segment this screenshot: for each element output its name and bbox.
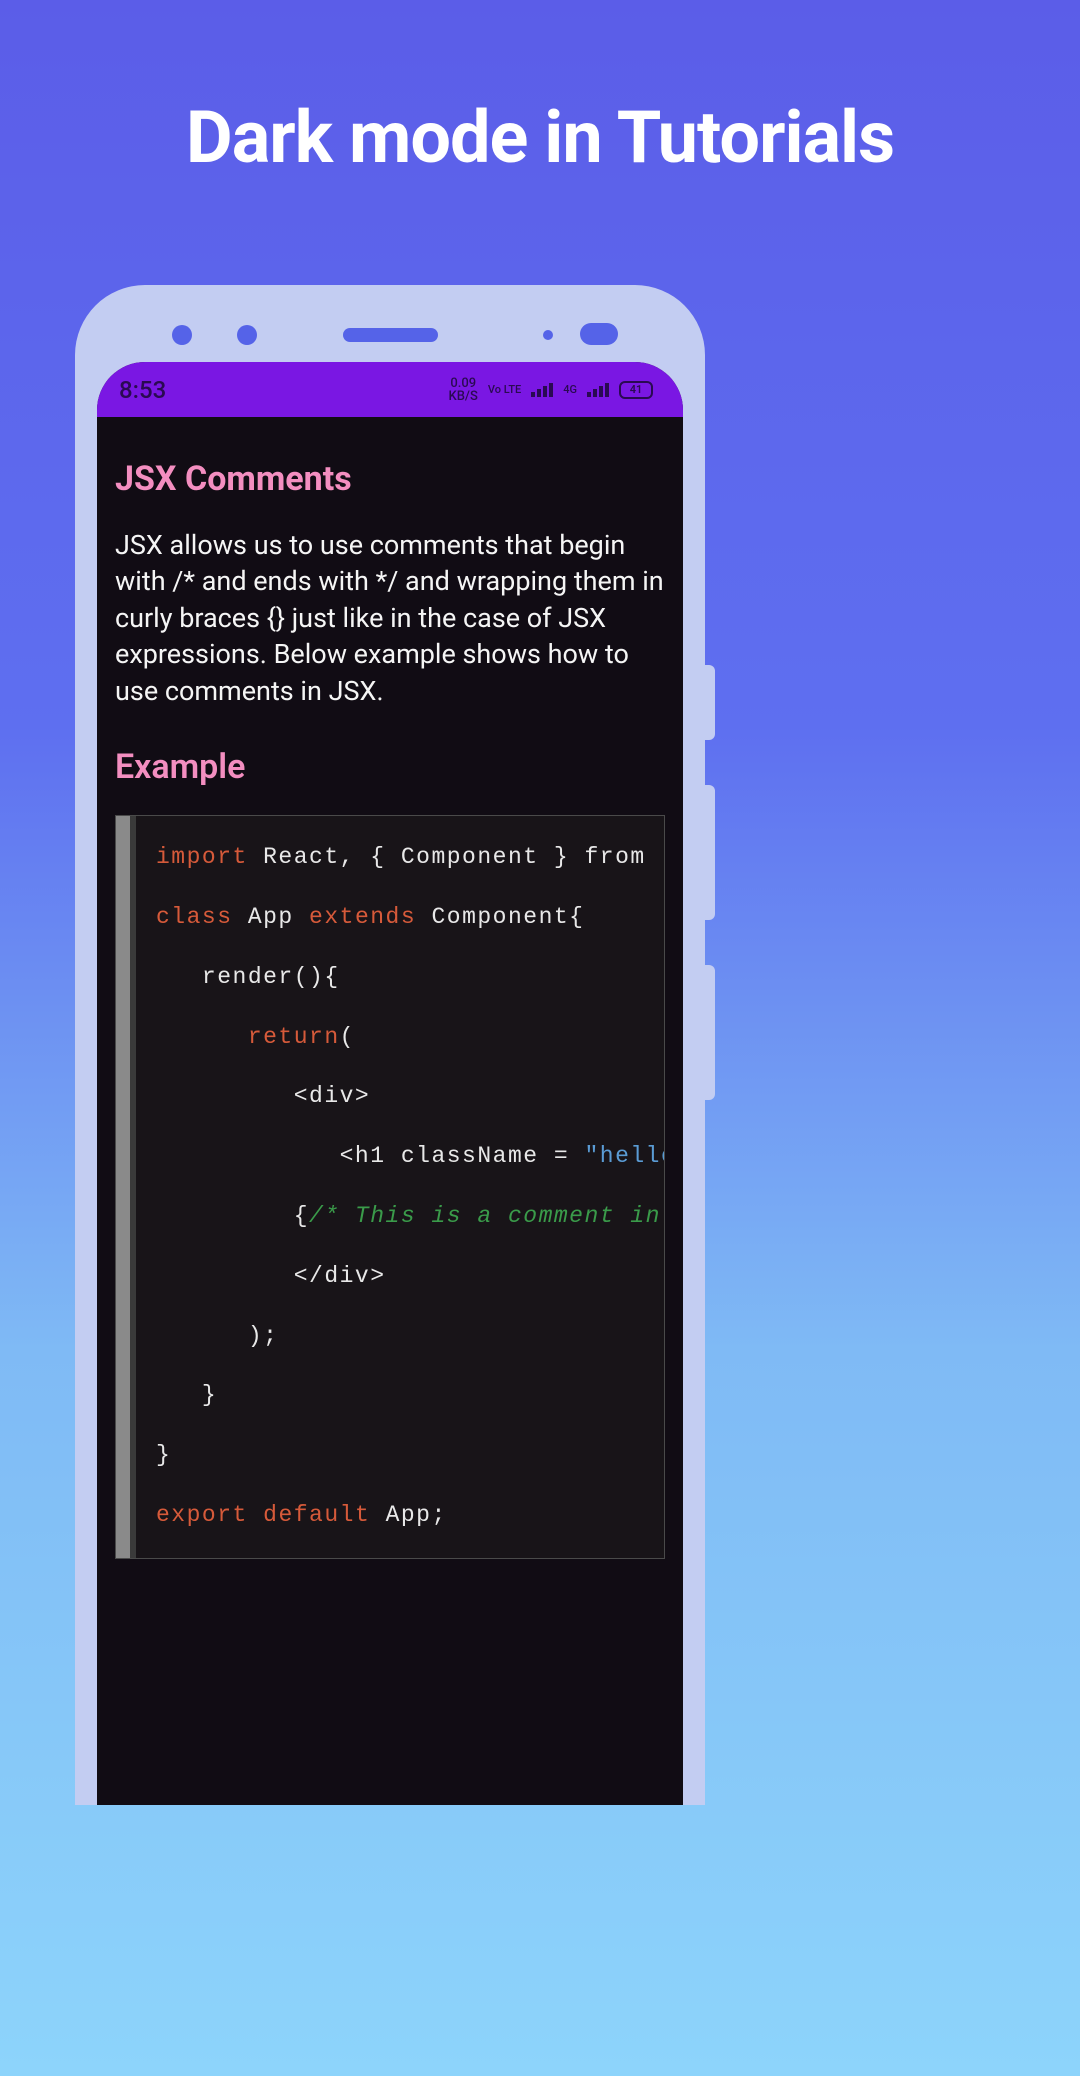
code-text: import React, { Component } from 'r clas…	[116, 816, 664, 1558]
phone-side-button	[703, 665, 715, 740]
section-title: JSX Comments	[115, 459, 665, 499]
speaker-icon	[343, 328, 438, 342]
phone-screen: 8:53 0.09 KB/S Vo LTE 4G 41 JSX Comments…	[97, 362, 683, 1805]
code-example-block[interactable]: import React, { Component } from 'r clas…	[115, 815, 665, 1559]
network-type-icon: 4G	[563, 383, 577, 396]
status-time: 8:53	[119, 376, 166, 404]
status-indicators: 0.09 KB/S Vo LTE 4G 41	[449, 377, 653, 403]
phone-side-button	[703, 965, 715, 1100]
example-heading: Example	[115, 747, 665, 787]
signal-bars-icon	[587, 383, 609, 397]
code-gutter-inner	[130, 816, 136, 1558]
battery-icon: 41	[619, 381, 653, 399]
code-gutter	[116, 816, 130, 1558]
sensor-icon	[543, 330, 553, 340]
phone-mockup-frame: 8:53 0.09 KB/S Vo LTE 4G 41 JSX Comments…	[75, 285, 705, 1805]
tutorial-content[interactable]: JSX Comments JSX allows us to use commen…	[97, 417, 683, 1559]
signal-bars-icon	[531, 383, 553, 397]
camera-icon	[580, 323, 618, 345]
phone-side-button	[703, 785, 715, 920]
network-speed-icon: 0.09 KB/S	[449, 377, 478, 403]
status-bar: 8:53 0.09 KB/S Vo LTE 4G 41	[97, 362, 683, 417]
sensor-icon	[237, 325, 257, 345]
page-title: Dark mode in Tutorials	[0, 0, 1080, 180]
phone-top-bezel	[97, 307, 683, 362]
volte-icon: Vo LTE	[488, 384, 521, 395]
sensor-icon	[172, 325, 192, 345]
section-body: JSX allows us to use comments that begin…	[115, 527, 665, 709]
